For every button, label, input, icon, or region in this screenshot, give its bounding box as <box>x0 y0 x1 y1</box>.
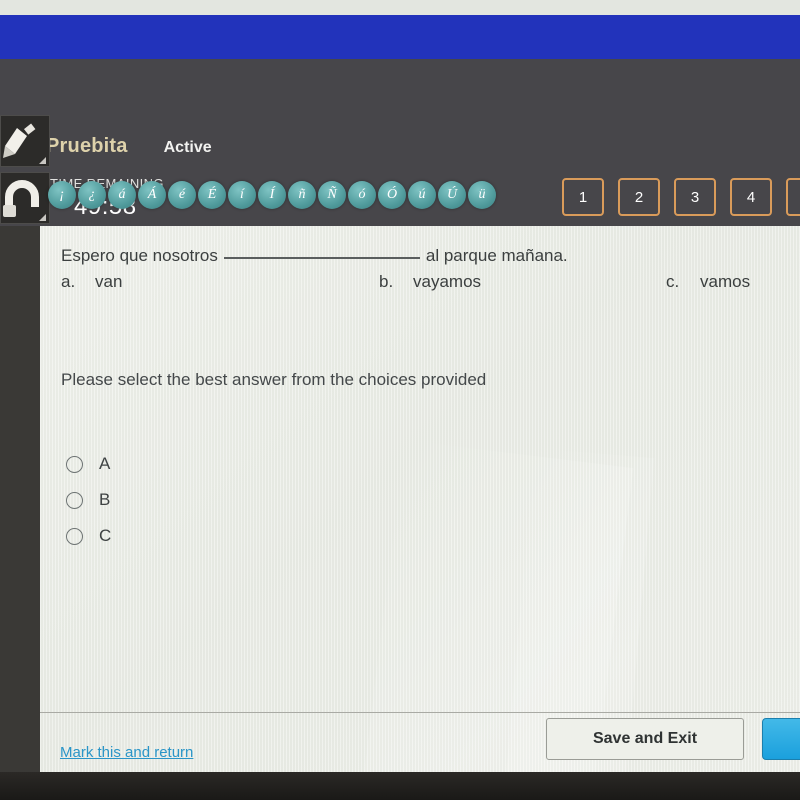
question-content-panel: Espero que nosotros al parque mañana. a. v… <box>40 226 800 782</box>
answer-choice-a[interactable]: A <box>66 446 111 482</box>
radio-button-icon[interactable] <box>66 455 83 473</box>
special-char-button[interactable]: Á <box>138 181 166 209</box>
question-prompt-before: Espero que nosotros <box>61 246 218 265</box>
special-char-button[interactable]: ú <box>408 181 436 209</box>
special-character-toolbar: ¡ ¿ á Áé Éí Íñ Ñó Óú Úü <box>48 181 496 209</box>
footer-divider <box>40 712 800 713</box>
special-char-button[interactable]: ñ <box>288 181 316 209</box>
answer-choice-b[interactable]: B <box>66 482 111 518</box>
inline-option-b-text: vayamos <box>413 272 482 291</box>
monitor-bezel-bottom <box>0 772 800 800</box>
question-number-button-4[interactable]: 4 <box>730 178 772 216</box>
question-number-button-5[interactable]: 5 <box>786 178 800 216</box>
save-and-exit-button[interactable]: Save and Exit <box>546 718 744 760</box>
inline-option-c: c. vamos <box>666 272 750 292</box>
special-char-button[interactable]: Ñ <box>318 181 346 209</box>
mark-this-and-return-link[interactable]: Mark this and return <box>60 744 193 761</box>
eraser-tool-icon[interactable] <box>0 172 50 224</box>
question-prompt: Espero que nosotros al parque mañana. <box>61 246 568 266</box>
special-char-button[interactable]: í <box>228 181 256 209</box>
answer-choice-c[interactable]: C <box>66 518 111 554</box>
next-button[interactable] <box>762 718 800 760</box>
inline-option-a-letter: a. <box>61 272 76 291</box>
special-char-button[interactable]: ó <box>348 181 376 209</box>
highlighter-tool-icon[interactable] <box>0 115 50 167</box>
inline-option-b: b. vayamos <box>379 272 481 292</box>
quiz-title: Pruebita <box>46 135 128 157</box>
special-char-button[interactable]: Ú <box>438 181 466 209</box>
special-char-button[interactable]: É <box>198 181 226 209</box>
answer-blank <box>223 257 420 259</box>
site-banner <box>0 15 800 59</box>
question-number-button-1[interactable]: 1 <box>562 178 604 216</box>
question-number-nav: 12345 <box>562 178 800 216</box>
special-char-button[interactable]: ¿ <box>78 181 106 209</box>
answer-choice-label: B <box>99 490 111 509</box>
answer-instruction: Please select the best answer from the c… <box>61 370 487 389</box>
tool-corner-indicator <box>39 157 46 164</box>
inline-option-b-letter: b. <box>379 272 394 291</box>
tool-corner-indicator <box>39 214 46 221</box>
radio-button-icon[interactable] <box>66 527 83 545</box>
question-prompt-after: al parque mañana. <box>425 246 568 265</box>
answer-choice-label: C <box>99 526 112 545</box>
inline-option-a-text: van <box>95 272 123 291</box>
question-number-button-2[interactable]: 2 <box>618 178 660 216</box>
special-char-button[interactable]: Ó <box>378 181 406 209</box>
special-char-button[interactable]: ü <box>468 181 496 209</box>
monitor-photo: Pruebita Active TIME REMAINING 49:58 ¡ ¿ á… <box>0 0 800 800</box>
special-char-button[interactable]: Í <box>258 181 286 209</box>
question-number-button-3[interactable]: 3 <box>674 178 716 216</box>
inline-option-a: a. van <box>61 272 122 292</box>
inline-options-row: a. van b. vayamos c. vamos <box>61 272 781 298</box>
inline-option-c-text: vamos <box>700 272 751 291</box>
answer-choice-label: A <box>99 454 111 473</box>
radio-button-icon[interactable] <box>66 491 83 509</box>
quiz-header-titles: Pruebita Active <box>46 135 212 158</box>
quiz-status: Active <box>163 139 212 156</box>
browser-chrome-strip <box>0 0 800 15</box>
special-char-button[interactable]: é <box>168 181 196 209</box>
answer-choice-list: ABC <box>66 446 111 554</box>
special-char-button[interactable]: á <box>108 181 136 209</box>
inline-option-c-letter: c. <box>666 272 680 291</box>
special-char-button[interactable]: ¡ <box>48 181 76 209</box>
